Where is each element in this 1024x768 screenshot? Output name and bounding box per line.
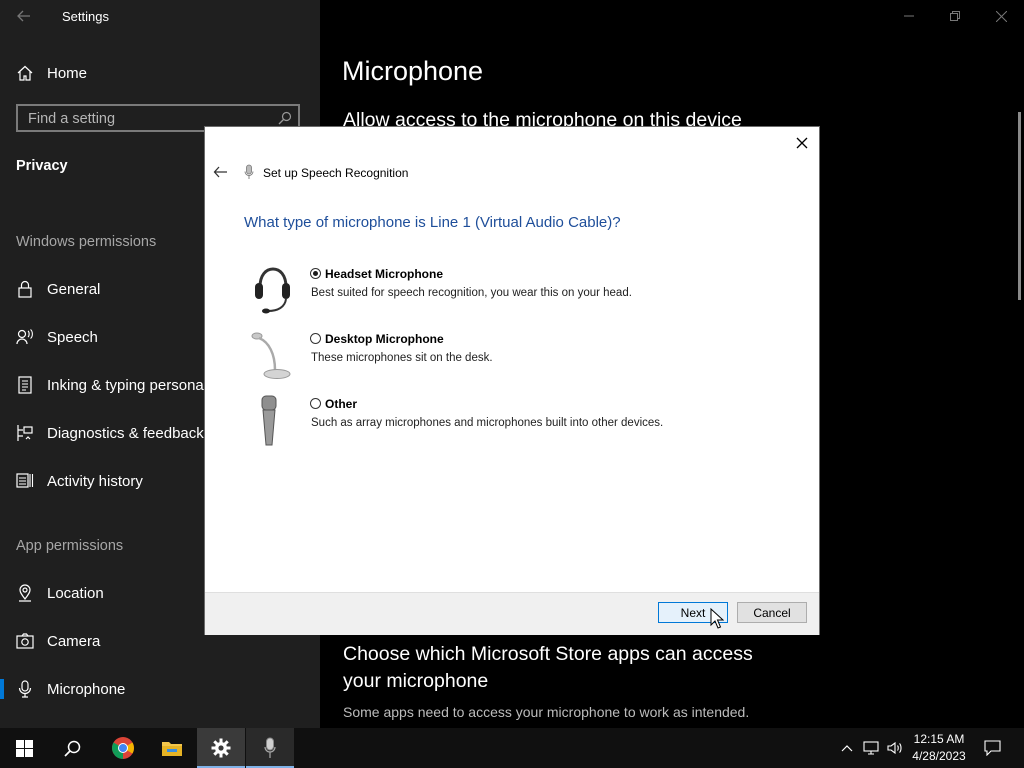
location-icon xyxy=(16,584,34,602)
search-icon[interactable] xyxy=(48,728,96,768)
activity-icon xyxy=(16,472,34,490)
selected-indicator xyxy=(0,679,4,699)
restore-button[interactable] xyxy=(932,0,978,32)
desktop-microphone-icon xyxy=(249,330,293,380)
dialog-footer: Next Cancel xyxy=(205,592,819,635)
notifications-icon[interactable] xyxy=(978,728,1006,768)
settings-gear-icon[interactable] xyxy=(197,728,245,768)
file-explorer-icon[interactable] xyxy=(148,728,196,768)
sidebar-item-label: General xyxy=(47,280,101,298)
privacy-heading: Privacy xyxy=(16,158,68,174)
close-window-button[interactable] xyxy=(978,0,1024,32)
show-hidden-icons-icon[interactable] xyxy=(836,728,858,768)
desktop-option-title[interactable]: Desktop Microphone xyxy=(325,332,444,346)
speech-icon xyxy=(16,328,34,346)
headset-microphone-icon xyxy=(252,265,292,315)
clock-time: 12:15 AM xyxy=(913,732,965,746)
store-apps-heading: Choose which Microsoft Store apps can ac… xyxy=(343,643,753,692)
search-placeholder: Find a setting xyxy=(28,111,116,127)
dialog-title: Set up Speech Recognition xyxy=(263,166,409,180)
camera-icon xyxy=(16,632,34,650)
sidebar-item-label: Location xyxy=(47,584,104,602)
windows-permissions-label: Windows permissions xyxy=(16,234,157,250)
window-title: Settings xyxy=(62,9,109,24)
dialog-back-icon[interactable] xyxy=(213,165,229,179)
taskbar: 12:15 AM 4/28/2023 xyxy=(0,728,1024,768)
app-permissions-label: App permissions xyxy=(16,538,124,554)
search-icon[interactable] xyxy=(278,111,292,125)
clock-date: 4/28/2023 xyxy=(912,749,966,763)
store-apps-description: Some apps need to access your microphone… xyxy=(343,704,750,720)
other-option-title[interactable]: Other xyxy=(325,397,357,411)
sidebar-item-home[interactable]: Home xyxy=(0,53,320,93)
sidebar-item-label: Diagnostics & feedback xyxy=(47,424,204,442)
page-title: Microphone xyxy=(342,56,484,86)
other-radio[interactable] xyxy=(310,398,321,409)
headset-option-title[interactable]: Headset Microphone xyxy=(325,267,443,281)
sidebar-item-label: Home xyxy=(47,64,88,82)
volume-icon[interactable] xyxy=(884,728,906,768)
sidebar-item-label: Activity history xyxy=(47,472,143,490)
handheld-microphone-icon xyxy=(259,395,279,447)
dialog-close-button[interactable] xyxy=(791,132,813,154)
sidebar-item-microphone[interactable]: Microphone xyxy=(0,669,320,709)
sidebar-item-label: Speech xyxy=(47,328,98,346)
headset-radio[interactable] xyxy=(310,268,321,279)
home-icon xyxy=(16,64,34,82)
headset-option-desc: Best suited for speech recognition, you … xyxy=(311,287,632,299)
speech-recognition-dialog: Set up Speech Recognition What type of m… xyxy=(205,127,819,635)
dialog-microphone-icon xyxy=(244,164,254,180)
sidebar-item-label: Camera xyxy=(47,632,101,650)
minimize-button[interactable] xyxy=(886,0,932,32)
back-arrow-icon[interactable] xyxy=(16,8,32,24)
network-icon[interactable] xyxy=(860,728,882,768)
diagnostics-icon xyxy=(16,424,34,442)
microphone-icon xyxy=(16,680,34,698)
windows-start-icon[interactable] xyxy=(0,728,48,768)
dialog-question: What type of microphone is Line 1 (Virtu… xyxy=(244,214,621,231)
other-option-desc: Such as array microphones and microphone… xyxy=(311,417,664,429)
microphone-app-icon[interactable] xyxy=(246,728,294,768)
cancel-button[interactable]: Cancel xyxy=(737,602,807,623)
desktop-option-desc: These microphones sit on the desk. xyxy=(311,352,493,364)
chrome-icon[interactable] xyxy=(99,728,147,768)
scrollbar-thumb[interactable] xyxy=(1018,112,1021,300)
inking-icon xyxy=(16,376,34,394)
desktop-radio[interactable] xyxy=(310,333,321,344)
sidebar-item-label: Microphone xyxy=(47,680,126,698)
clock[interactable]: 12:15 AM 4/28/2023 xyxy=(908,731,970,765)
lock-icon xyxy=(16,280,34,298)
mouse-cursor-icon xyxy=(710,607,725,630)
